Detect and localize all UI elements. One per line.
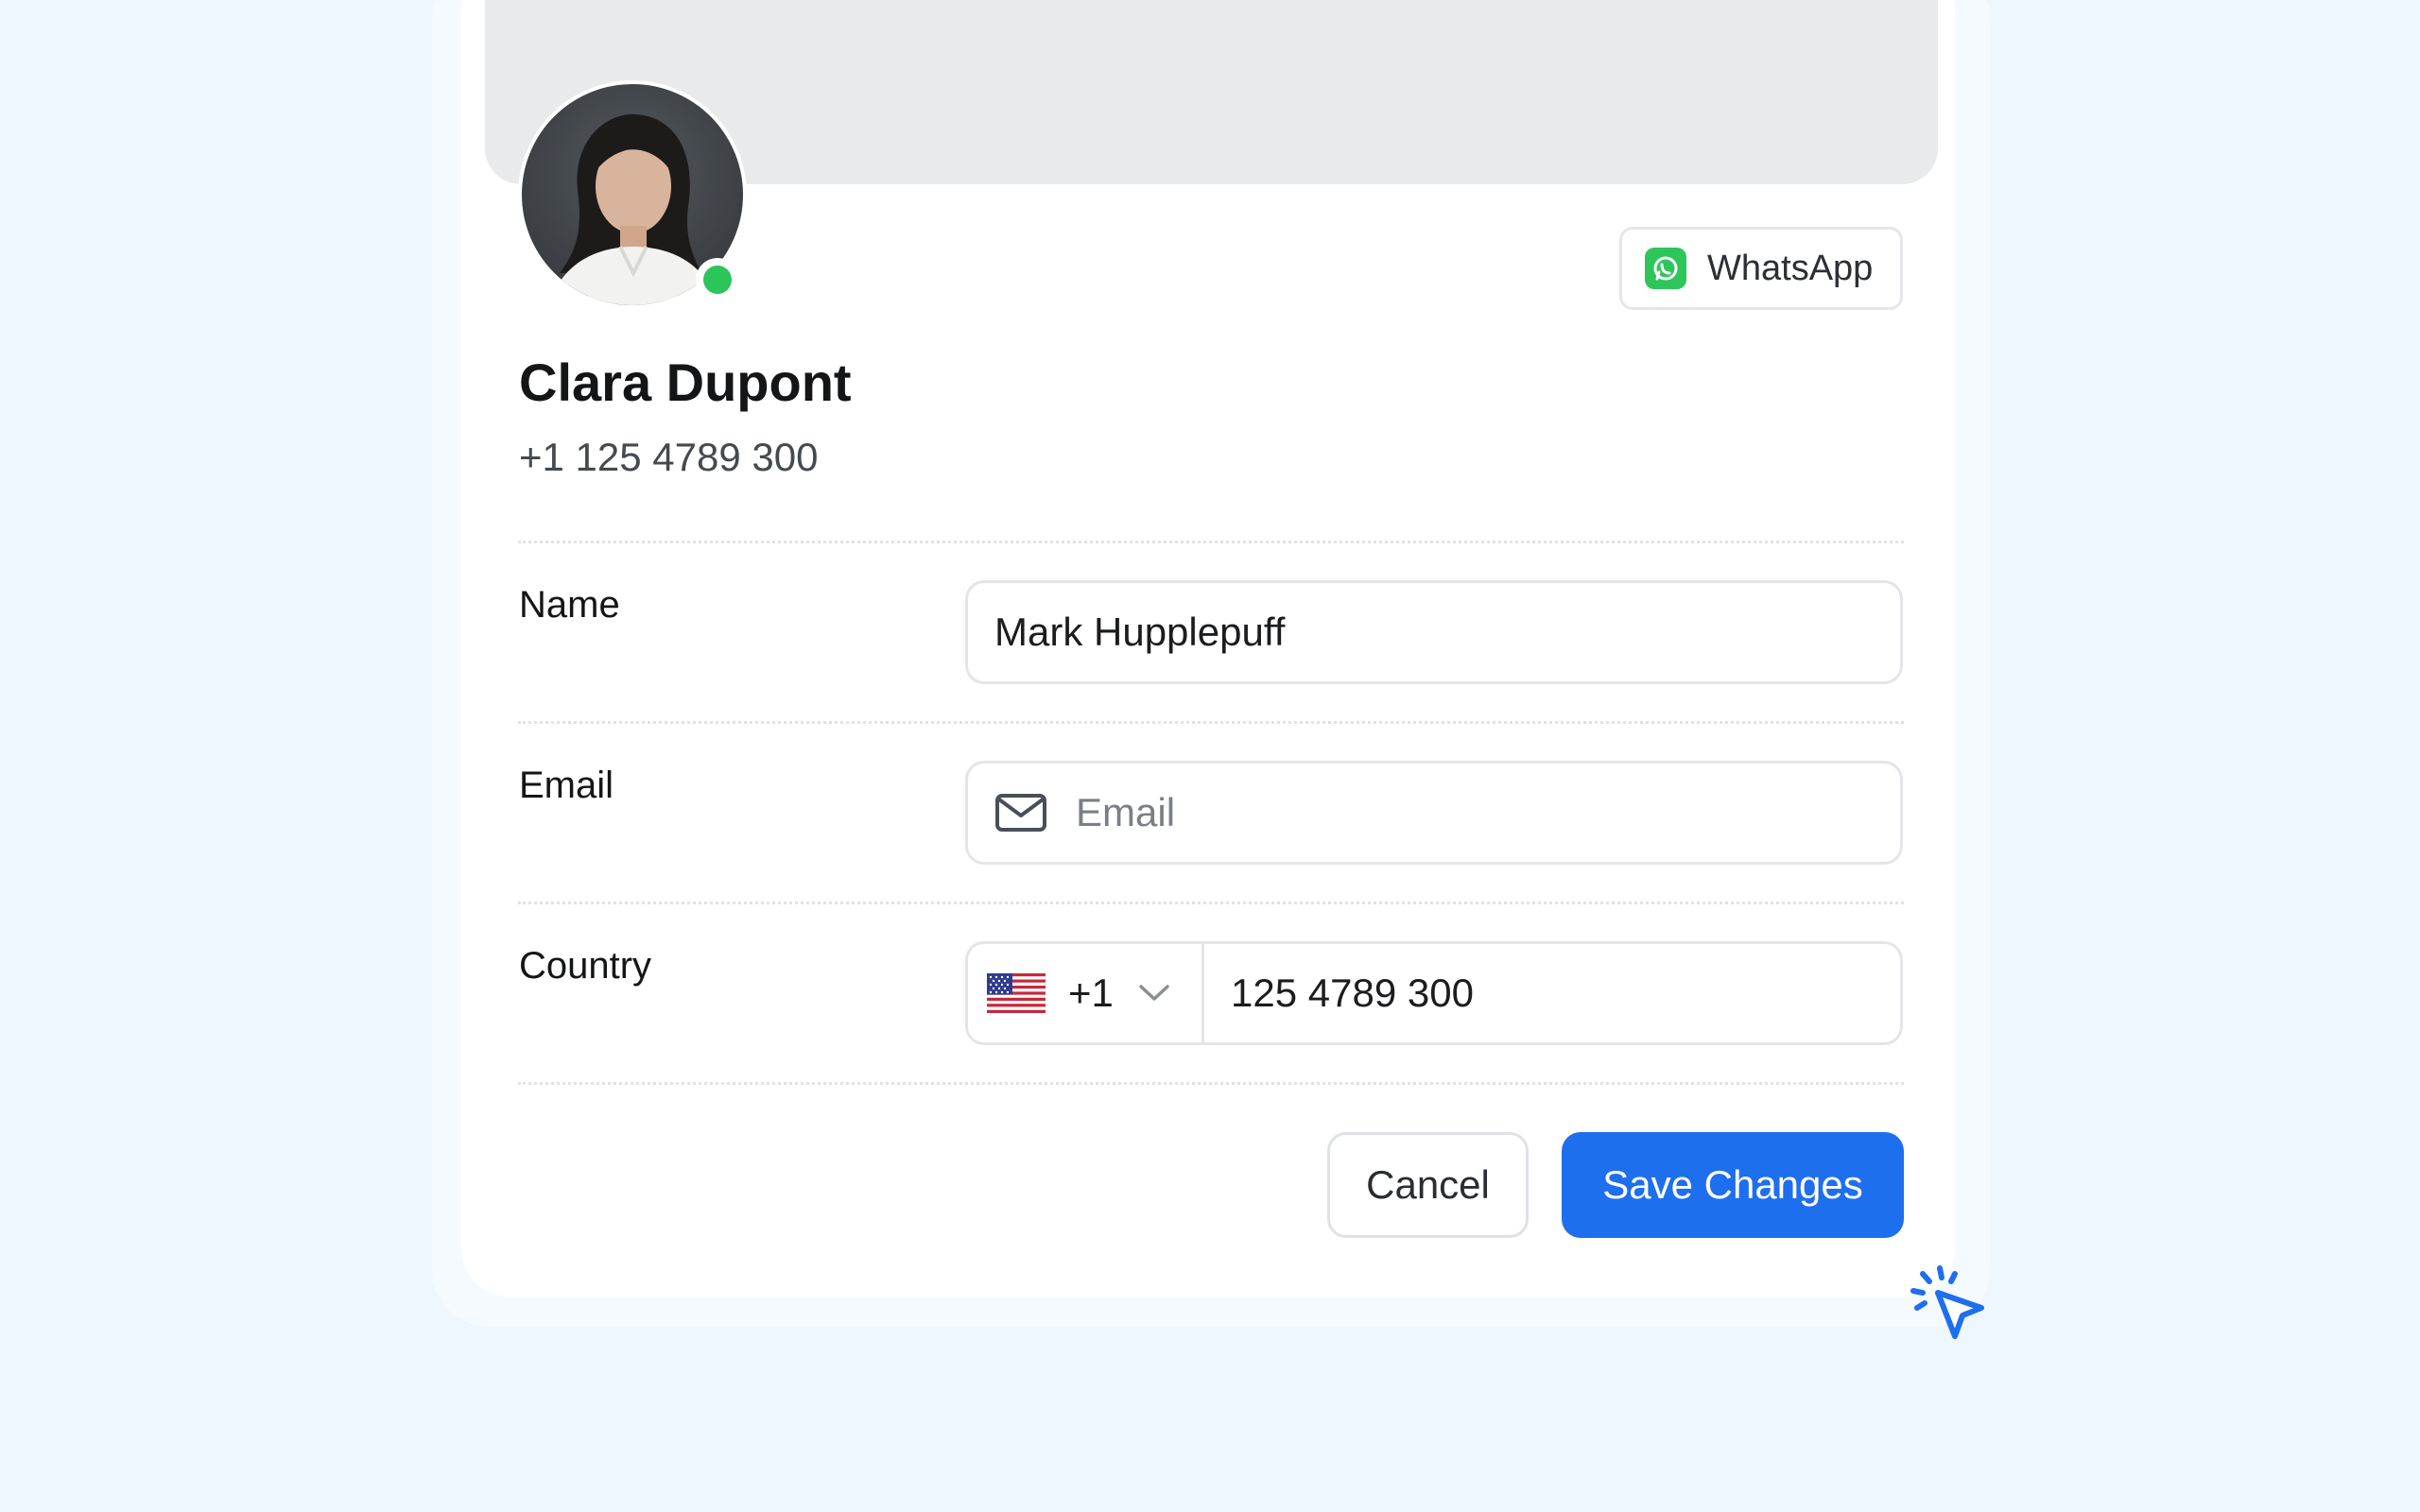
dial-code: +1: [1068, 971, 1114, 1015]
divider: [518, 721, 1904, 724]
us-flag-icon: [987, 973, 1046, 1013]
whatsapp-label: WhatsApp: [1707, 248, 1874, 288]
divider: [518, 1082, 1904, 1085]
divider: [518, 902, 1904, 904]
phone-number-value[interactable]: 125 4789 300: [1204, 971, 1474, 1016]
phone-field[interactable]: +1 125 4789 300: [965, 941, 1903, 1045]
whatsapp-icon: [1645, 248, 1686, 289]
name-input-value[interactable]: Mark Hupplepuff: [968, 610, 1285, 655]
divider: [518, 541, 1904, 543]
name-label: Name: [519, 584, 620, 626]
cancel-button[interactable]: Cancel: [1327, 1132, 1529, 1238]
email-placeholder[interactable]: Email: [1047, 790, 1175, 835]
email-field[interactable]: Email: [965, 761, 1903, 865]
email-label: Email: [519, 765, 614, 806]
profile-phone: +1 125 4789 300: [519, 435, 819, 479]
profile-name: Clara Dupont: [519, 352, 852, 412]
whatsapp-button[interactable]: WhatsApp: [1619, 227, 1903, 310]
save-changes-button[interactable]: Save Changes: [1562, 1132, 1904, 1238]
online-status-dot: [696, 258, 739, 301]
country-code-select[interactable]: +1: [968, 944, 1204, 1042]
country-label: Country: [519, 945, 652, 987]
click-cursor-icon: [1910, 1265, 1984, 1339]
mail-icon: [994, 793, 1047, 833]
name-field[interactable]: Mark Hupplepuff: [965, 580, 1903, 684]
chevron-down-icon: [1138, 984, 1170, 1003]
